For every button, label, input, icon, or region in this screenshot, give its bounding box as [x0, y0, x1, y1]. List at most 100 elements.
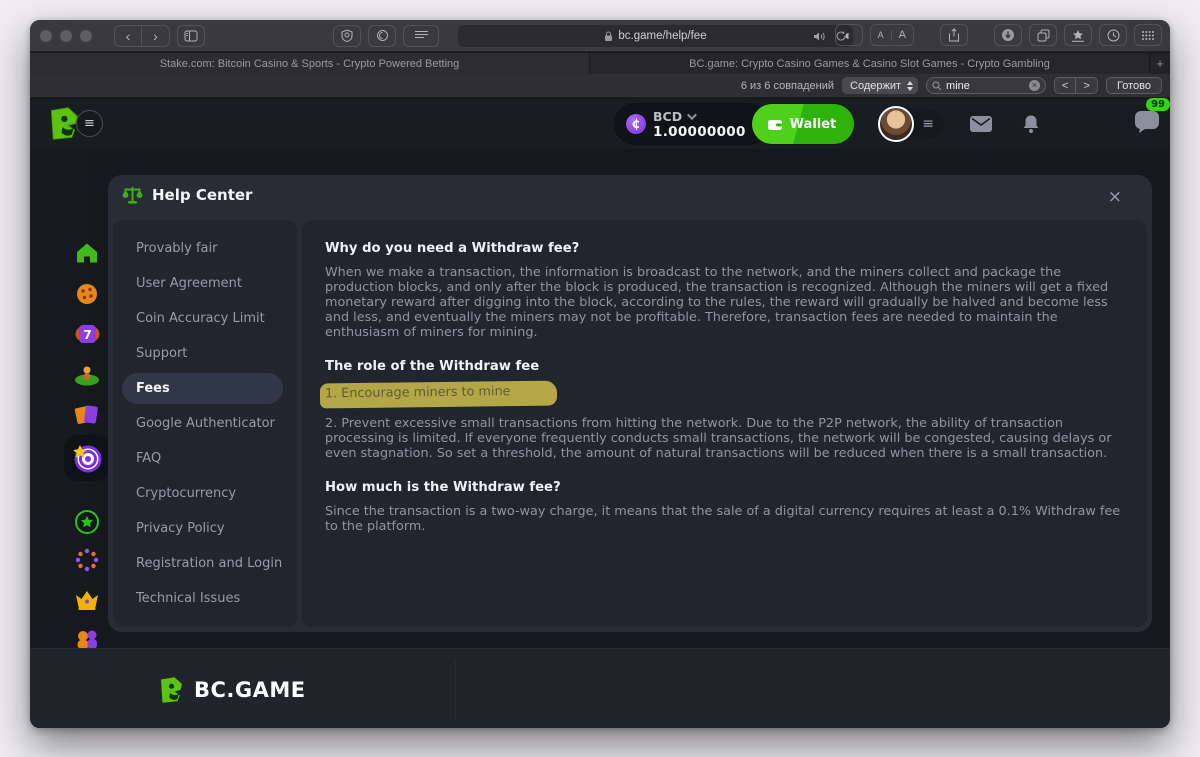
- blocker-icon: [376, 29, 389, 42]
- text-larger[interactable]: A: [891, 30, 913, 41]
- clear-search-icon[interactable]: ×: [1029, 80, 1040, 91]
- tab-stake[interactable]: Stake.com: Bitcoin Casino & Sports - Cry…: [30, 53, 590, 74]
- star-shelf-icon: [1071, 29, 1085, 42]
- content-heading-1: Why do you need a Withdraw fee?: [325, 241, 1124, 256]
- sidebar-menu-button[interactable]: ≡: [76, 110, 103, 137]
- tab-overview-button[interactable]: [1134, 24, 1162, 46]
- nav-item-technical-issues[interactable]: Technical Issues: [113, 581, 297, 616]
- history-button[interactable]: [1099, 24, 1127, 46]
- tab-bcgame[interactable]: BC.game: Crypto Casino Games & Casino Sl…: [590, 53, 1150, 74]
- chevron-down-icon: [687, 110, 697, 120]
- share-icon: [948, 28, 960, 42]
- reader-button[interactable]: [403, 25, 439, 47]
- wallet-icon: [767, 118, 783, 131]
- lottery-tickets-icon: [74, 402, 100, 426]
- svg-text:7: 7: [83, 328, 91, 342]
- sidebar-toggle-button[interactable]: [177, 25, 205, 47]
- bcgame-page: ≡ ¢ BCD 1.00000000: [30, 99, 1170, 728]
- rail-item-slots[interactable]: 7: [73, 320, 101, 348]
- site-header: ≡ ¢ BCD 1.00000000: [30, 99, 1170, 149]
- dropdown-arrows-icon: [907, 81, 913, 91]
- find-input[interactable]: mine ×: [926, 77, 1046, 94]
- chat-bubble-icon: [1134, 110, 1160, 134]
- content-paragraph-2: 2. Prevent excessive small transactions …: [325, 417, 1124, 462]
- sidebar-icon: [184, 30, 198, 42]
- chat-unread-badge: 99: [1146, 98, 1170, 111]
- clock-icon: [1107, 29, 1120, 42]
- content-heading-3: How much is the Withdraw fee?: [325, 480, 1124, 495]
- rail-item-casino[interactable]: [73, 280, 101, 308]
- nav-item-cryptocurrency[interactable]: Cryptocurrency: [113, 476, 297, 511]
- rail-item-community[interactable]: [73, 546, 101, 574]
- minimize-window-button[interactable]: [60, 30, 72, 42]
- zoom-window-button[interactable]: [80, 30, 92, 42]
- sports-icon: [74, 362, 100, 386]
- nav-item-provably-fair[interactable]: Provably fair: [113, 231, 297, 266]
- new-tab-button[interactable]: +: [1150, 53, 1170, 74]
- profile-widget[interactable]: ≡: [878, 106, 944, 142]
- nav-item-registration-and-login[interactable]: Registration and Login: [113, 546, 297, 581]
- favorites-bar-button[interactable]: [1064, 24, 1092, 46]
- nav-item-faq[interactable]: FAQ: [113, 441, 297, 476]
- chat-button[interactable]: 99: [1134, 110, 1160, 138]
- nav-item-coin-accuracy-limit[interactable]: Coin Accuracy Limit: [113, 301, 297, 336]
- left-rail: > 7: [30, 149, 88, 728]
- back-button[interactable]: ‹: [114, 25, 142, 47]
- help-nav-panel: Provably fair User Agreement Coin Accura…: [113, 220, 297, 627]
- find-mode-dropdown[interactable]: Содержит: [842, 77, 918, 94]
- spiral-target-icon: [71, 442, 103, 474]
- address-bar[interactable]: bc.game/help/fee: [458, 25, 853, 47]
- find-mode-label: Содержит: [850, 80, 901, 92]
- content-heading-2: The role of the Withdraw fee: [325, 359, 1124, 374]
- forward-button[interactable]: ›: [142, 25, 170, 47]
- grid-icon: [1141, 30, 1155, 41]
- rail-item-bonus[interactable]: [73, 508, 101, 536]
- nav-item-google-authenticator[interactable]: Google Authenticator: [113, 406, 297, 441]
- find-next-button[interactable]: >: [1076, 77, 1098, 94]
- audio-mute-icon[interactable]: [813, 31, 827, 42]
- currency-balance-pill[interactable]: ¢ BCD 1.00000000: [614, 103, 770, 145]
- downloads-button[interactable]: [994, 24, 1022, 46]
- notifications-button[interactable]: [1018, 111, 1044, 137]
- desktop-background: ‹ › bc.game/help/fee ◐ A A: [0, 0, 1200, 757]
- text-size-button[interactable]: A A: [870, 24, 914, 46]
- rail-item-spin-active[interactable]: [64, 435, 110, 481]
- text-smaller[interactable]: A: [871, 31, 891, 40]
- messages-button[interactable]: [968, 111, 994, 137]
- scales-icon: [122, 185, 143, 205]
- extension-shield-button[interactable]: [333, 25, 361, 47]
- find-done-button[interactable]: Готово: [1106, 77, 1162, 94]
- footer-divider: [455, 661, 456, 719]
- rail-item-vip[interactable]: [73, 586, 101, 614]
- url-text: bc.game/help/fee: [618, 30, 706, 42]
- appearance-button[interactable]: ◐: [835, 24, 863, 46]
- rail-item-sports[interactable]: [73, 360, 101, 388]
- rail-item-home[interactable]: [73, 239, 101, 267]
- rail-item-lottery[interactable]: [73, 400, 101, 428]
- extension-blocker-button[interactable]: [368, 25, 396, 47]
- footer-logo-icon: [155, 675, 185, 705]
- content-paragraph-3: Since the transaction is a two-way charg…: [325, 505, 1124, 535]
- nav-item-support[interactable]: Support: [113, 336, 297, 371]
- find-previous-button[interactable]: <: [1054, 77, 1076, 94]
- close-window-button[interactable]: [40, 30, 52, 42]
- balance-widget: ¢ BCD 1.00000000 Wallet: [614, 103, 854, 145]
- share-button[interactable]: [940, 24, 968, 46]
- footer-logo[interactable]: BC.GAME: [155, 675, 306, 705]
- envelope-icon: [970, 116, 992, 132]
- nav-item-user-agreement[interactable]: User Agreement: [113, 266, 297, 301]
- modal-title: Help Center: [152, 186, 252, 204]
- bcd-coin-icon: ¢: [626, 114, 646, 134]
- duplicate-tabs-icon: [1037, 29, 1050, 42]
- nav-item-privacy-policy[interactable]: Privacy Policy: [113, 511, 297, 546]
- nav-item-fees[interactable]: Fees: [113, 371, 297, 406]
- window-controls[interactable]: [40, 30, 92, 42]
- help-center-modal: Help Center × Provably fair User Agreeme…: [108, 175, 1152, 632]
- lock-icon: [604, 31, 613, 42]
- wallet-button[interactable]: Wallet: [752, 104, 855, 144]
- tab-copy-button[interactable]: [1029, 24, 1057, 46]
- close-modal-icon[interactable]: ×: [1108, 187, 1122, 207]
- avatar[interactable]: [878, 106, 914, 142]
- search-icon: [932, 81, 942, 91]
- site-footer: BC.GAME: [30, 648, 1170, 728]
